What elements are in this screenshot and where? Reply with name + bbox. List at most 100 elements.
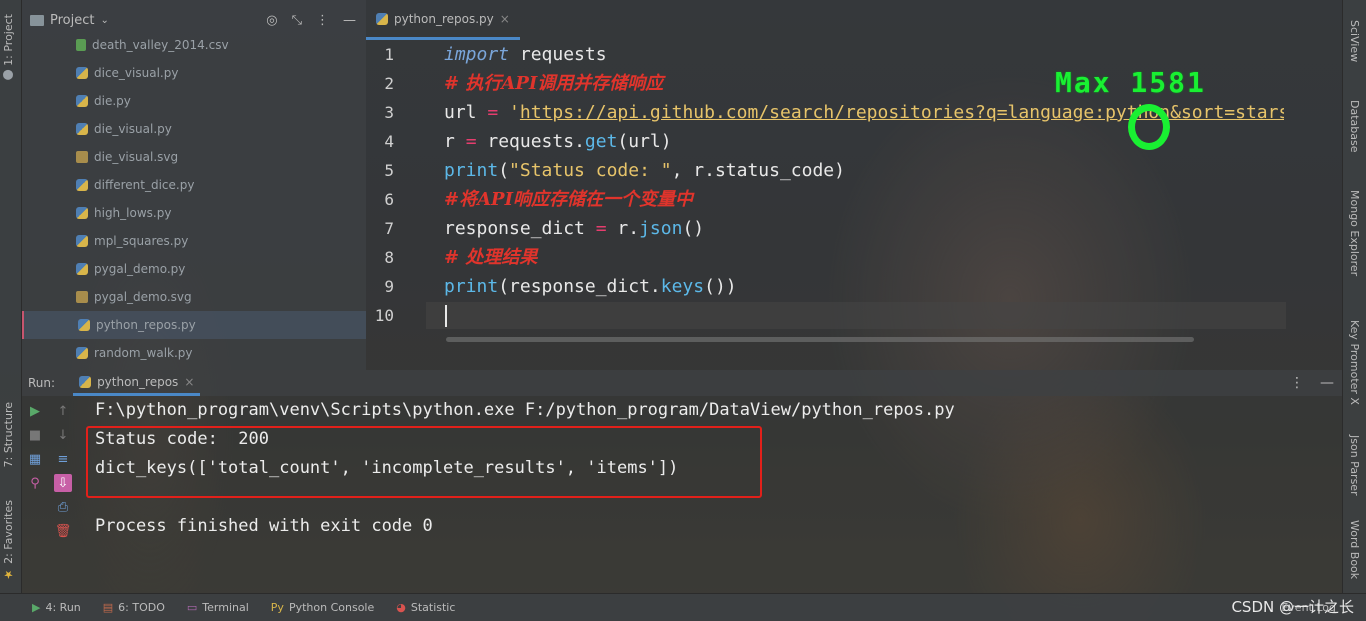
arrow-down-icon[interactable]: ↓ bbox=[54, 426, 72, 444]
file-tree-item[interactable]: die_visual.py bbox=[22, 115, 366, 143]
code-function: get bbox=[584, 131, 618, 152]
left-tool-stripe: 1: Project 7: Structure ★ 2: Favorites bbox=[0, 0, 22, 593]
todo-tool-label: 6: TODO bbox=[118, 601, 165, 614]
right-tool-tab[interactable]: Key Promoter X bbox=[1348, 320, 1361, 405]
structure-tool-tab[interactable]: 7: Structure bbox=[2, 402, 15, 467]
file-tree-item[interactable]: dice_visual.py bbox=[22, 59, 366, 87]
file-tree-item[interactable]: different_dice.py bbox=[22, 171, 366, 199]
line-number: 6 bbox=[384, 190, 394, 209]
todo-icon: ▤ bbox=[102, 601, 114, 614]
run-panel-header: Run: python_repos × ⋮ — bbox=[22, 370, 1342, 396]
print-icon[interactable]: ⎙ bbox=[54, 498, 72, 516]
code-comment: # 处理结果 bbox=[444, 247, 538, 268]
file-tree-item[interactable]: high_lows.py bbox=[22, 199, 366, 227]
file-name: python_repos.py bbox=[96, 318, 196, 332]
more-options-icon[interactable]: ⋮ bbox=[1290, 375, 1304, 391]
code-text: ( bbox=[498, 160, 510, 181]
minimize-icon[interactable]: — bbox=[1320, 375, 1334, 391]
terminal-tool-label: Terminal bbox=[202, 601, 249, 614]
close-tab-icon[interactable]: × bbox=[184, 375, 194, 389]
trash-icon[interactable]: 🗑 bbox=[54, 522, 72, 540]
soft-wrap-icon[interactable]: ≡ bbox=[54, 450, 72, 468]
file-tree-item[interactable]: python_repos.py bbox=[22, 311, 366, 339]
file-tree-item[interactable]: die_visual.svg bbox=[22, 143, 366, 171]
favorites-tool-tab[interactable]: ★ 2: Favorites bbox=[2, 500, 15, 581]
line-number: 3 bbox=[384, 103, 394, 122]
line-number: 1 bbox=[384, 45, 394, 64]
file-name: mpl_squares.py bbox=[94, 234, 189, 248]
code-text: url bbox=[444, 102, 488, 123]
file-tree-item[interactable]: die.py bbox=[22, 87, 366, 115]
svg-file-icon bbox=[76, 291, 88, 303]
project-file-tree: death_valley_2014.csv dice_visual.py die.p… bbox=[22, 31, 366, 367]
collapse-icon[interactable]: ⤡ bbox=[292, 13, 302, 28]
code-line-8: # 处理结果 bbox=[444, 243, 1284, 272]
more-options-icon[interactable]: ⋮ bbox=[316, 13, 329, 28]
right-tool-tab[interactable]: Json Parser bbox=[1348, 435, 1361, 496]
minimize-icon[interactable]: — bbox=[343, 13, 356, 28]
code-operator: = bbox=[595, 218, 607, 239]
chevron-down-icon[interactable]: ⌄ bbox=[100, 15, 108, 26]
run-tab-label: python_repos bbox=[97, 374, 179, 389]
close-tab-icon[interactable]: × bbox=[500, 12, 510, 26]
arrow-up-icon[interactable]: ↑ bbox=[54, 402, 72, 420]
scroll-to-end-icon[interactable]: ⇩ bbox=[54, 474, 72, 492]
right-tool-tab[interactable]: SciView bbox=[1348, 20, 1361, 62]
file-tree-item[interactable]: pygal_demo.py bbox=[22, 255, 366, 283]
run-panel-body: ▶ ■ ▦ ⚲ ↑ ↓ ≡ ⇩ ⎙ 🗑 F:\python_program\ve… bbox=[22, 396, 1342, 593]
code-string-url[interactable]: https://api.github.com/search/repositori… bbox=[520, 102, 1284, 123]
code-line-5: print("Status code: ", r.status_code) bbox=[444, 156, 1284, 185]
editor-tab-python-repos[interactable]: python_repos.py × bbox=[366, 0, 520, 40]
file-name: different_dice.py bbox=[94, 178, 195, 192]
line-number: 9 bbox=[384, 277, 394, 296]
terminal-icon: ▭ bbox=[186, 601, 198, 614]
python-console-icon: Py bbox=[270, 601, 284, 614]
line-number: 2 bbox=[384, 74, 394, 93]
layout-icon[interactable]: ▦ bbox=[26, 450, 44, 468]
code-text: (response_dict. bbox=[498, 276, 661, 297]
bottom-tool-bar: ▶ 4: Run ▤ 6: TODO ▭ Terminal Py Python Cons… bbox=[0, 593, 1366, 621]
right-tool-tab[interactable]: Mongo Explorer bbox=[1348, 190, 1361, 276]
line-number: 7 bbox=[384, 219, 394, 238]
line-number: 5 bbox=[384, 161, 394, 180]
file-name: pygal_demo.py bbox=[94, 262, 186, 276]
terminal-tool-button[interactable]: ▭ Terminal bbox=[187, 601, 249, 614]
editor-tab-bar: python_repos.py × bbox=[366, 0, 1342, 40]
right-tool-tab[interactable]: Word Book bbox=[1348, 520, 1361, 579]
file-name: death_valley_2014.csv bbox=[92, 38, 229, 52]
file-tree-item[interactable]: mpl_squares.py bbox=[22, 227, 366, 255]
run-tab-python-repos[interactable]: python_repos × bbox=[73, 370, 201, 396]
file-name: high_lows.py bbox=[94, 206, 172, 220]
highlight-box bbox=[86, 426, 762, 498]
run-tool-button[interactable]: ▶ 4: Run bbox=[32, 601, 81, 614]
code-comment: #将API响应存储在一个变量中 bbox=[444, 189, 694, 210]
python-console-tool-button[interactable]: Py Python Console bbox=[271, 601, 374, 614]
locate-icon[interactable]: ◎ bbox=[266, 13, 277, 28]
python-file-icon bbox=[76, 263, 88, 275]
stop-icon[interactable]: ■ bbox=[26, 426, 44, 444]
project-panel-title[interactable]: Project bbox=[50, 13, 94, 28]
file-tree-item[interactable]: death_valley_2014.csv bbox=[22, 31, 366, 59]
file-tree-item[interactable]: pygal_demo.svg bbox=[22, 283, 366, 311]
run-toolbar-primary: ▶ ■ ▦ ⚲ bbox=[22, 396, 48, 593]
code-text: requests. bbox=[476, 131, 585, 152]
project-tool-tab[interactable]: 1: Project bbox=[2, 14, 15, 80]
max-score-overlay: Max 1581 bbox=[1055, 66, 1206, 99]
statistic-tool-button[interactable]: ◕ Statistic bbox=[396, 601, 455, 614]
rerun-icon[interactable]: ▶ bbox=[26, 402, 44, 420]
code-operator: = bbox=[465, 131, 477, 152]
code-string-quote: ' bbox=[509, 102, 520, 123]
python-file-icon bbox=[76, 123, 88, 135]
file-tree-item[interactable]: random_walk.py bbox=[22, 339, 366, 367]
pin-icon[interactable]: ⚲ bbox=[26, 474, 44, 492]
horizontal-scrollbar[interactable] bbox=[446, 337, 1194, 342]
python-file-icon bbox=[376, 12, 388, 25]
line-number: 4 bbox=[384, 132, 394, 151]
right-tool-tab[interactable]: Database bbox=[1348, 100, 1361, 153]
text-caret bbox=[445, 305, 447, 327]
todo-tool-button[interactable]: ▤ 6: TODO bbox=[103, 601, 165, 614]
code-line-7: response_dict = r.json() bbox=[444, 214, 1284, 243]
project-icon bbox=[3, 69, 14, 80]
